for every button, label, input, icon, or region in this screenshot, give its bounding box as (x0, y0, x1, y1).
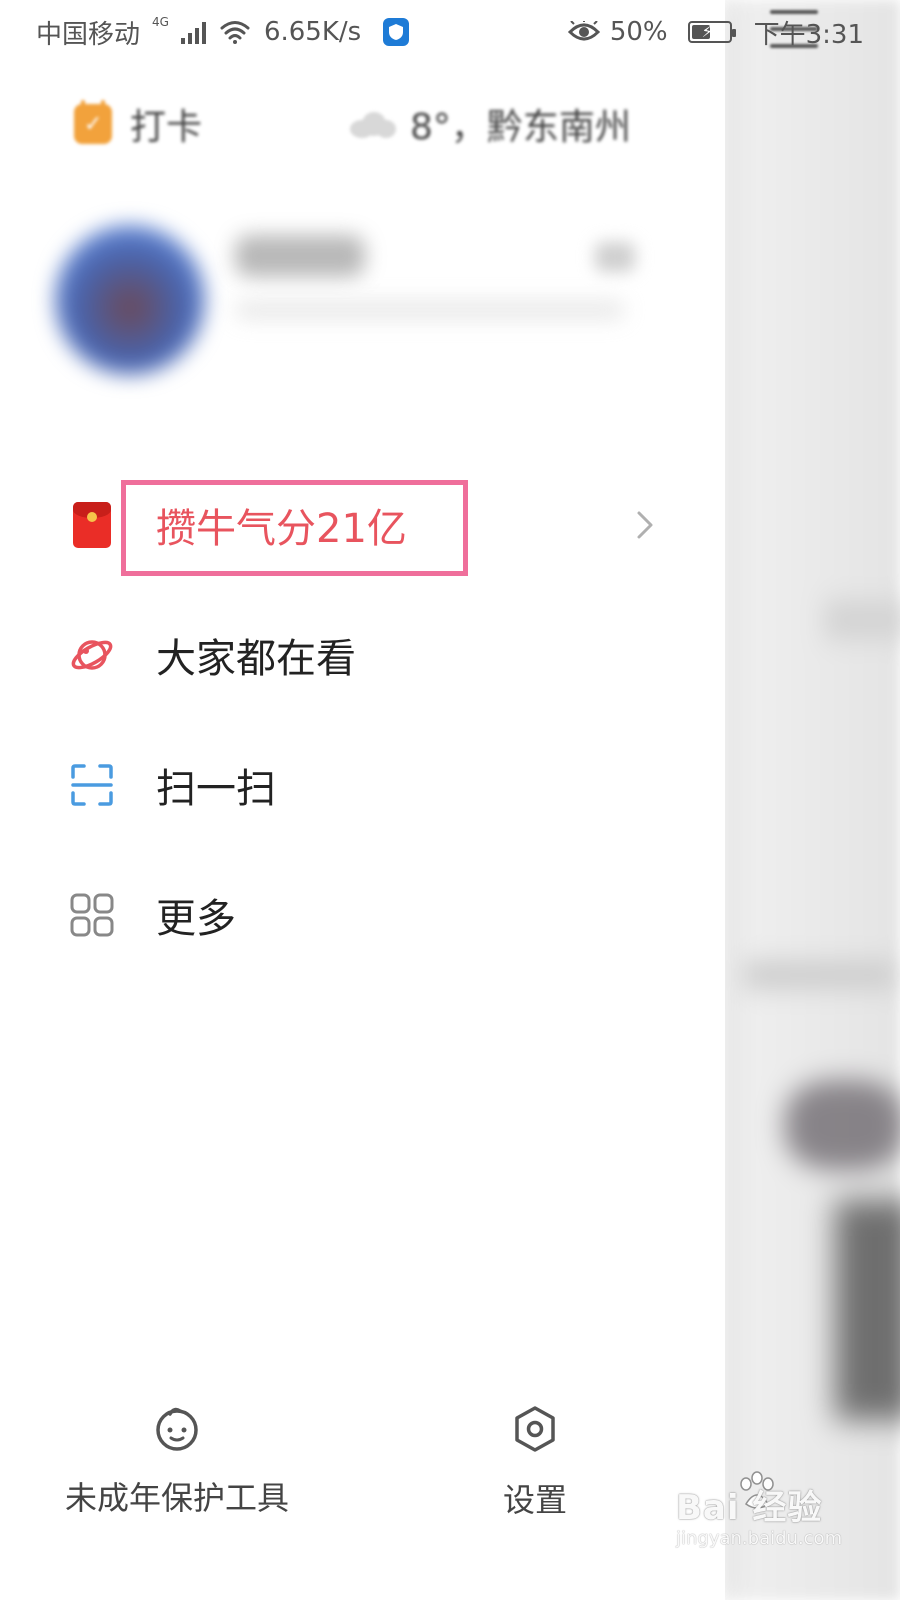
background-page[interactable] (725, 0, 900, 1600)
grid-icon (70, 893, 114, 937)
weather-widget[interactable]: 8°，黔东南州 (350, 98, 631, 150)
checkin-label: 打卡 (130, 107, 203, 148)
baidu-watermark: Bai 经验 jingyan.baidu.com (676, 1470, 886, 1560)
red-packet-icon (70, 502, 114, 548)
menu-item-trending[interactable]: 大家都在看 (0, 605, 725, 705)
menu-item-label: 大家都在看 (156, 636, 356, 682)
wifi-icon (220, 21, 250, 44)
signal-icon (180, 20, 206, 44)
calendar-check-icon: ✓ (74, 100, 112, 144)
settings-label: 设置 (502, 1481, 567, 1519)
scan-icon (70, 763, 114, 807)
clock: 下午3:31 (753, 19, 864, 50)
watermark-brand: Bai 经验 (676, 1488, 823, 1528)
settings-icon (515, 1406, 555, 1452)
menu-item-label: 更多 (156, 896, 236, 942)
weather-text: 8°，黔东南州 (410, 107, 631, 148)
drawer-header: ✓ 打卡 8°，黔东南州 (0, 92, 725, 152)
settings-button[interactable]: 设置 (480, 1405, 590, 1521)
minor-protection-label: 未成年保护工具 (64, 1479, 289, 1517)
chevron-right-icon (637, 511, 653, 539)
battery-icon: ⚡ (687, 21, 736, 43)
status-bar: 中国移动 4G 6.65K/s 50% ⚡ 下午3:31 (0, 0, 900, 64)
battery-percent: 50% (609, 17, 668, 47)
menu-item-more[interactable]: 更多 (0, 865, 725, 965)
avatar[interactable] (55, 225, 205, 375)
profile-subtitle (235, 300, 625, 320)
highlight-annotation-box (121, 480, 468, 576)
cloud-icon (350, 110, 396, 138)
planet-icon (70, 633, 114, 677)
profile-badge (595, 242, 635, 272)
checkin-button[interactable]: ✓ 打卡 (74, 98, 202, 150)
minor-protection-button[interactable]: 未成年保护工具 (62, 1405, 292, 1519)
watermark-url: jingyan.baidu.com (676, 1528, 843, 1549)
profile-name[interactable] (235, 235, 365, 277)
network-speed: 6.65K/s (263, 17, 362, 47)
baby-face-icon (156, 1407, 198, 1451)
side-drawer: ✓ 打卡 8°，黔东南州 攒牛气分21亿 大家都在看 扫一扫 更多 未成年保护工… (0, 0, 725, 1600)
screen: ✓ 打卡 8°，黔东南州 攒牛气分21亿 大家都在看 扫一扫 更多 未成年保护工… (0, 0, 900, 1600)
network-type: 4G (152, 15, 169, 29)
shield-icon (383, 18, 410, 46)
menu-item-label: 扫一扫 (156, 766, 276, 812)
eye-icon (567, 21, 600, 41)
carrier-name: 中国移动 (36, 19, 141, 50)
menu-item-scan[interactable]: 扫一扫 (0, 735, 725, 835)
